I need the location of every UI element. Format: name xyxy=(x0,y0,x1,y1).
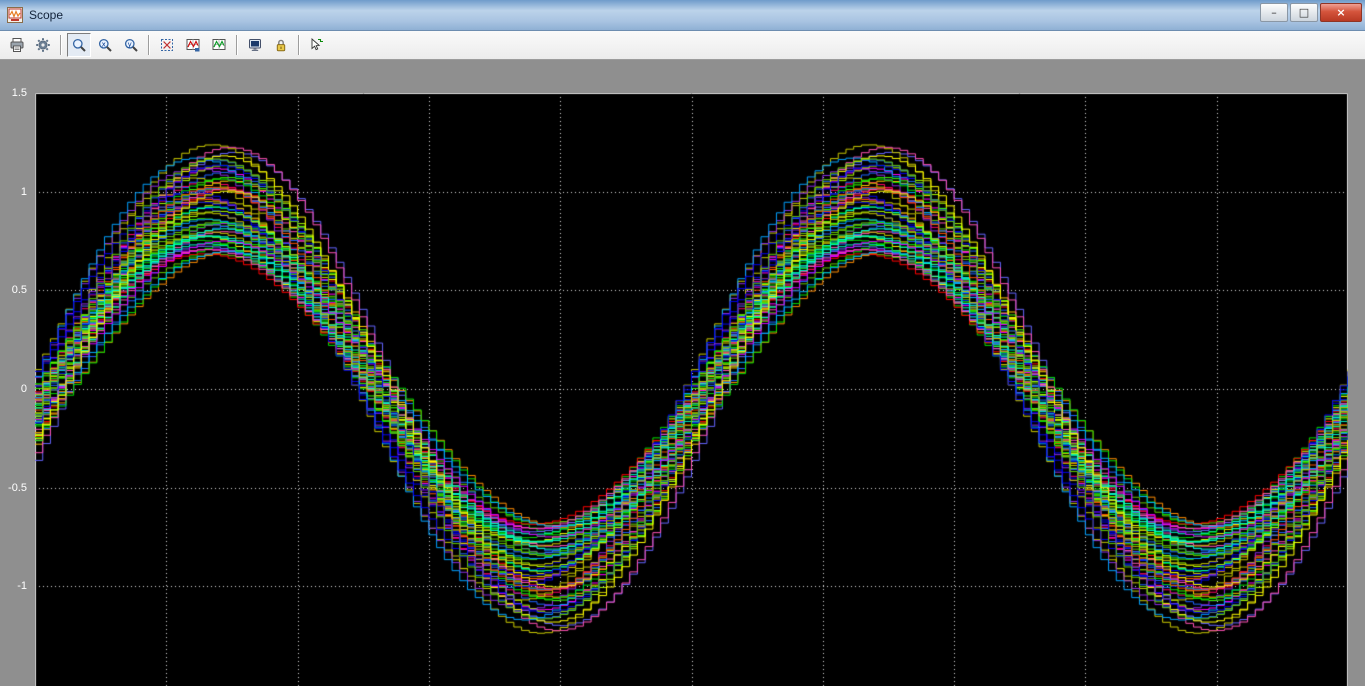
lock-icon xyxy=(273,37,289,53)
svg-text:y: y xyxy=(128,41,132,49)
zoom-y-icon: y xyxy=(123,37,139,53)
toolbar-separator xyxy=(298,35,300,55)
maximize-icon: □ xyxy=(1299,7,1309,18)
toolbar-button-zoom[interactable] xyxy=(67,33,91,57)
restore-axes-icon xyxy=(211,37,227,53)
toolbar-button-lock-axes[interactable] xyxy=(269,33,293,57)
minimize-button[interactable]: – xyxy=(1260,3,1288,22)
toolbar-separator xyxy=(236,35,238,55)
toolbar-button-save-axes[interactable] xyxy=(181,33,205,57)
zoom-x-icon: x xyxy=(97,37,113,53)
y-tick-label: -1 xyxy=(0,579,27,593)
scope-display-area: 1.5 1 0.5 0 -0.5 -1 xyxy=(0,60,1365,686)
signal-selection-cursor-icon xyxy=(309,37,325,53)
toolbar-button-autoscale[interactable] xyxy=(155,33,179,57)
y-tick-label: 0 xyxy=(0,382,27,396)
maximize-button[interactable]: □ xyxy=(1290,3,1318,22)
toolbar-separator xyxy=(148,35,150,55)
scope-app-icon-glyph xyxy=(7,7,23,23)
svg-text:x: x xyxy=(102,40,106,48)
window-controls: – □ × xyxy=(1258,3,1362,22)
toolbar-separator xyxy=(60,35,62,55)
window-titlebar: Scope – □ × xyxy=(0,0,1365,31)
toolbar-button-print[interactable] xyxy=(5,33,29,57)
scope-app-icon xyxy=(7,7,23,23)
scope-plot-canvas[interactable] xyxy=(35,93,1348,686)
scope-plot-area xyxy=(35,93,1348,686)
scope-toolbar: x y xyxy=(0,31,1365,60)
toolbar-button-restore-axes[interactable] xyxy=(207,33,231,57)
y-tick-label: 1 xyxy=(0,185,27,199)
gear-icon xyxy=(35,37,51,53)
zoom-icon xyxy=(71,37,87,53)
y-axis-tick-labels: 1.510.50-0.5-1 xyxy=(0,93,31,686)
toolbar-button-zoom-x[interactable]: x xyxy=(93,33,117,57)
scope-window: Scope – □ × xyxy=(0,0,1365,686)
floating-scope-icon xyxy=(247,37,263,53)
toolbar-button-floating-scope[interactable] xyxy=(243,33,267,57)
autoscale-icon xyxy=(159,37,175,53)
close-button[interactable]: × xyxy=(1320,3,1362,22)
toolbar-button-zoom-y[interactable]: y xyxy=(119,33,143,57)
minimize-icon: – xyxy=(1271,7,1277,18)
y-tick-label: -0.5 xyxy=(0,481,27,495)
y-tick-label: 0.5 xyxy=(0,283,27,297)
toolbar-button-parameters[interactable] xyxy=(31,33,55,57)
printer-icon xyxy=(9,37,25,53)
close-icon: × xyxy=(1336,7,1345,18)
toolbar-button-signal-selection[interactable] xyxy=(305,33,329,57)
y-tick-label: 1.5 xyxy=(0,86,27,100)
window-title: Scope xyxy=(29,8,63,22)
save-axes-icon xyxy=(185,37,201,53)
